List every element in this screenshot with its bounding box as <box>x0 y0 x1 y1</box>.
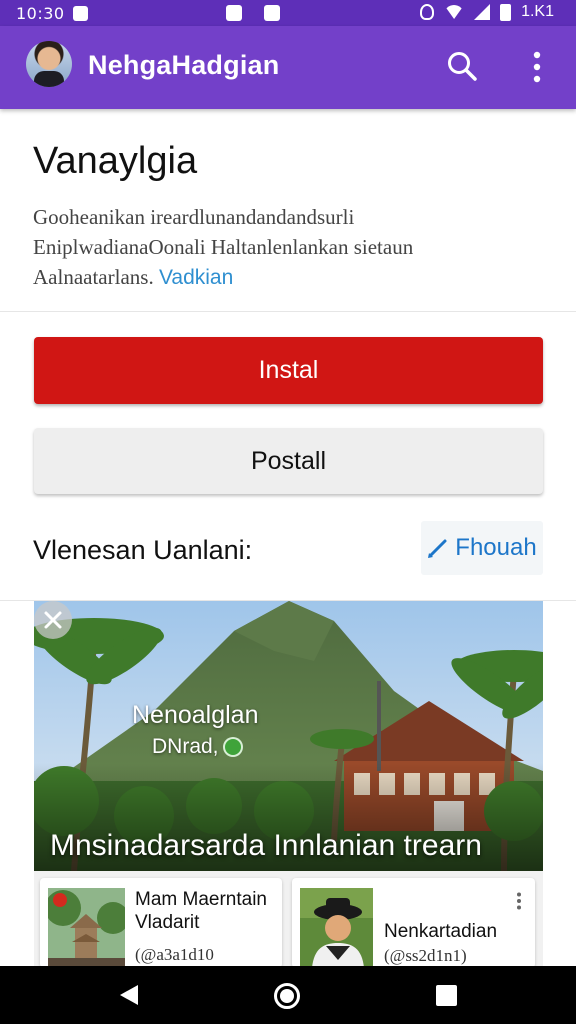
recents-icon[interactable] <box>436 985 457 1006</box>
sim-icon <box>264 5 280 21</box>
follow-label: Fhouah <box>455 534 537 561</box>
card-meta: (@ss2d1n1) <box>384 946 467 965</box>
screen: 10:30 1.K1 NehgaHadgian Vanaylgia Goohea… <box>0 0 576 1024</box>
follow-button[interactable]: Fhouah <box>421 521 543 575</box>
battery-text: 1.K1 <box>521 3 554 20</box>
list-card[interactable]: Mam Maerntain Vladarit (@a3a1d10 <box>40 878 282 968</box>
battery-icon <box>500 3 512 21</box>
install-button[interactable]: Instal <box>34 337 543 404</box>
description: Gooheanikan ireardlunandandandsurli Enip… <box>33 202 543 293</box>
back-icon[interactable] <box>118 984 140 1006</box>
description-link[interactable]: Vadkian <box>159 266 233 289</box>
notification-icon <box>72 5 88 21</box>
description-line: Gooheanikan ireardlunandandandsurli <box>33 205 355 229</box>
postall-button[interactable]: Postall <box>34 428 543 494</box>
pencil-icon <box>428 539 447 558</box>
navigation-bar <box>0 966 576 1024</box>
home-icon[interactable] <box>274 983 300 1009</box>
person-thumbnail <box>300 888 373 968</box>
search-icon[interactable] <box>446 50 478 82</box>
alarm-icon <box>420 4 435 20</box>
feature-name: Nenoalglan <box>132 701 259 729</box>
feature-card[interactable]: Nenoalglan DNrad, Mnsinadarsarda Innlani… <box>34 601 543 871</box>
feature-subtitle-text: DNrad, <box>152 735 219 758</box>
feature-subtitle: DNrad, <box>152 735 241 759</box>
close-icon[interactable] <box>34 601 72 639</box>
avatar[interactable] <box>26 41 72 87</box>
card-more-icon[interactable] <box>516 892 522 910</box>
verified-icon <box>224 739 241 755</box>
app-bar: NehgaHadgian <box>0 26 576 109</box>
page-title: Vanaylgia <box>33 140 198 182</box>
section-title: Vlenesan Uanlani: <box>33 535 253 565</box>
temple-thumbnail <box>48 888 125 966</box>
description-line-last: Aalnaatarlans. Vadkian <box>33 262 543 293</box>
description-text: Aalnaatarlans. <box>33 265 154 289</box>
card-meta: (@a3a1d10 <box>135 945 214 964</box>
status-bar: 10:30 1.K1 <box>0 0 576 26</box>
description-line: EniplwadianaOonali Haltanlenlankan sieta… <box>33 235 414 259</box>
wifi-icon <box>444 5 465 19</box>
card-title: Nenkartadian <box>384 921 498 942</box>
status-time: 10:30 <box>16 3 65 23</box>
list-card[interactable]: Nenkartadian (@ss2d1n1) <box>292 878 535 968</box>
feature-caption: Mnsinadarsarda Innlanian trearn <box>50 829 482 862</box>
divider <box>0 311 576 312</box>
card-title: Mam Maerntain Vladarit <box>135 889 267 933</box>
status-right-icons: 1.K1 <box>420 3 554 21</box>
app-title: NehgaHadgian <box>88 50 280 80</box>
status-center-icons <box>218 5 280 21</box>
nfc-icon <box>226 5 242 21</box>
more-vert-icon[interactable] <box>527 50 547 84</box>
signal-icon <box>474 4 491 20</box>
